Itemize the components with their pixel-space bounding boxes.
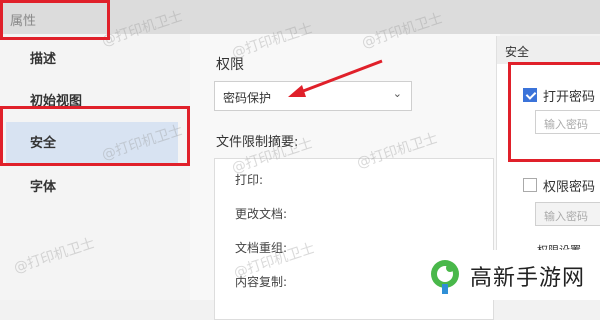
select-value: 密码保护 xyxy=(223,91,272,105)
security-title: 安全 xyxy=(505,45,530,59)
nav-item-description[interactable]: 描述 xyxy=(0,42,180,78)
annotation-box-security-nav xyxy=(0,106,190,166)
permission-password-input[interactable]: 输入密码 xyxy=(535,202,600,226)
nav-item-fonts[interactable]: 字体 xyxy=(0,170,180,206)
permission-password-label: 权限密码 xyxy=(543,180,596,195)
site-logo-text: 高新手游网 xyxy=(470,266,586,291)
security-header: 安全 xyxy=(497,36,600,64)
permission-password-checkbox[interactable] xyxy=(523,178,537,192)
site-logo-icon xyxy=(431,260,459,294)
annotation-box-open-password xyxy=(508,62,600,162)
annotation-box-header xyxy=(0,0,110,40)
annotation-arrow xyxy=(288,59,383,97)
permission-password-placeholder: 输入密码 xyxy=(544,210,588,223)
summary-row-edit: 更改文档: xyxy=(235,207,288,221)
site-logo-badge: 高新手游网 xyxy=(410,250,600,300)
chevron-down-icon: ⌄ xyxy=(392,87,402,100)
